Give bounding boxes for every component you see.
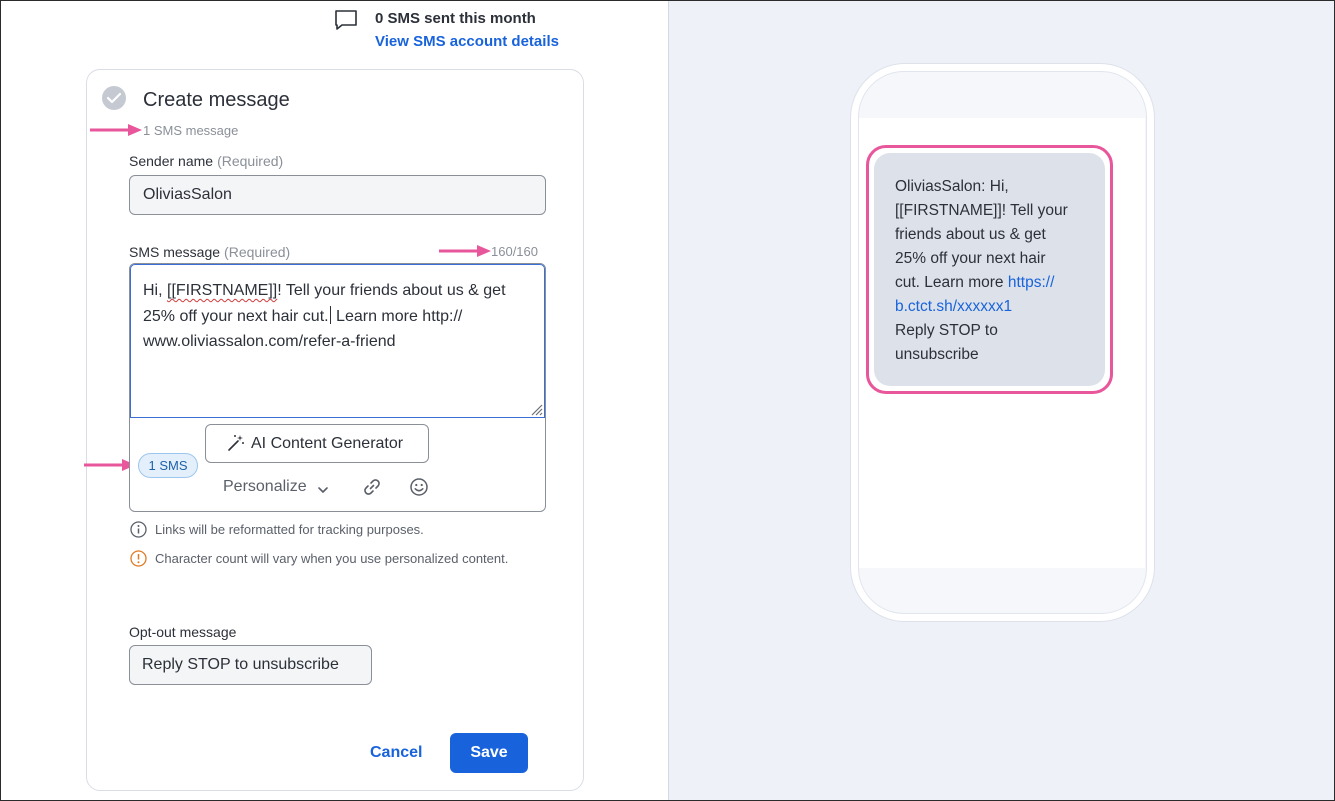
preview-line: 25% off your next hair [895,250,1046,267]
sms-text-line: www.oliviassalon.com/refer-a-friend [143,329,532,355]
view-sms-account-link[interactable]: View SMS account details [375,33,559,50]
chevron-down-icon[interactable] [317,482,329,500]
sms-preview-bubble: OliviasSalon: Hi, [[FIRSTNAME]]! Tell yo… [874,153,1105,386]
sms-sent-count: 0 SMS sent this month [375,10,536,27]
card-title: Create message [143,89,290,111]
firstname-token: [[FIRSTNAME]] [167,282,278,299]
annotation-arrow-icon [90,123,142,137]
sms-text-prefix: Hi, [143,282,167,299]
sms-text-line3: www.oliviassalon.com/refer-a-friend [143,333,396,350]
resize-handle-icon[interactable] [529,402,543,416]
preview-line: unsubscribe [895,346,979,363]
sms-text-line1: ! Tell your friends about us & get [277,282,506,299]
links-note: Links will be reformatted for tracking p… [155,522,424,537]
character-count: 160/160 [491,244,538,259]
required-tag: (Required) [224,244,291,260]
ai-content-generator-button[interactable]: AI Content Generator [205,424,429,463]
preview-line: friends about us & get [895,226,1046,243]
cancel-button[interactable]: Cancel [370,744,422,762]
sms-text-line2b: Learn more http:// [331,307,463,325]
sms-count-badge: 1 SMS [138,453,198,478]
preview-line: OliviasSalon: Hi, [895,178,1009,195]
info-icon [130,521,147,538]
save-button[interactable]: Save [450,733,528,773]
sms-text-line2a: 25% off your next hair cut. [143,307,329,325]
preview-link[interactable]: b.ctct.sh/xxxxxx1 [895,295,1084,319]
sms-text-line: 25% off your next hair cut. Learn more h… [143,304,532,330]
preview-line: [[FIRSTNAME]]! Tell your [895,202,1068,219]
required-tag: (Required) [217,153,284,169]
link-icon[interactable] [362,477,382,502]
character-count-note: Character count will vary when you use p… [155,551,509,566]
preview-line: Reply STOP to [895,322,998,339]
sms-message-count: 1 SMS message [143,123,239,138]
optout-label: Opt-out message [129,624,237,640]
warning-icon [130,550,147,567]
personalize-dropdown[interactable]: Personalize [223,478,307,496]
sms-text-line: Hi, [[FIRSTNAME]]! Tell your friends abo… [143,278,532,304]
ai-button-label: AI Content Generator [251,435,404,452]
sms-message-label: SMS message (Required) [129,244,290,260]
chat-bubble-icon [334,9,358,31]
sender-name-label-text: Sender name [129,153,214,169]
preview-line: cut. Learn more https:// [895,271,1084,295]
text-caret [329,305,331,324]
optout-message-input[interactable]: Reply STOP to unsubscribe [129,645,372,685]
annotation-arrow-icon [439,244,491,258]
magic-wand-icon [227,434,245,457]
preview-text: cut. Learn more [895,274,1008,291]
check-circle-icon [102,86,126,110]
sms-message-textarea[interactable]: Hi, [[FIRSTNAME]]! Tell your friends abo… [130,264,545,418]
sender-name-input[interactable]: OliviasSalon [129,175,546,215]
preview-link[interactable]: https:// [1008,274,1055,291]
emoji-icon[interactable] [409,477,429,502]
sms-message-label-text: SMS message [129,244,221,260]
sender-name-label: Sender name (Required) [129,153,283,169]
